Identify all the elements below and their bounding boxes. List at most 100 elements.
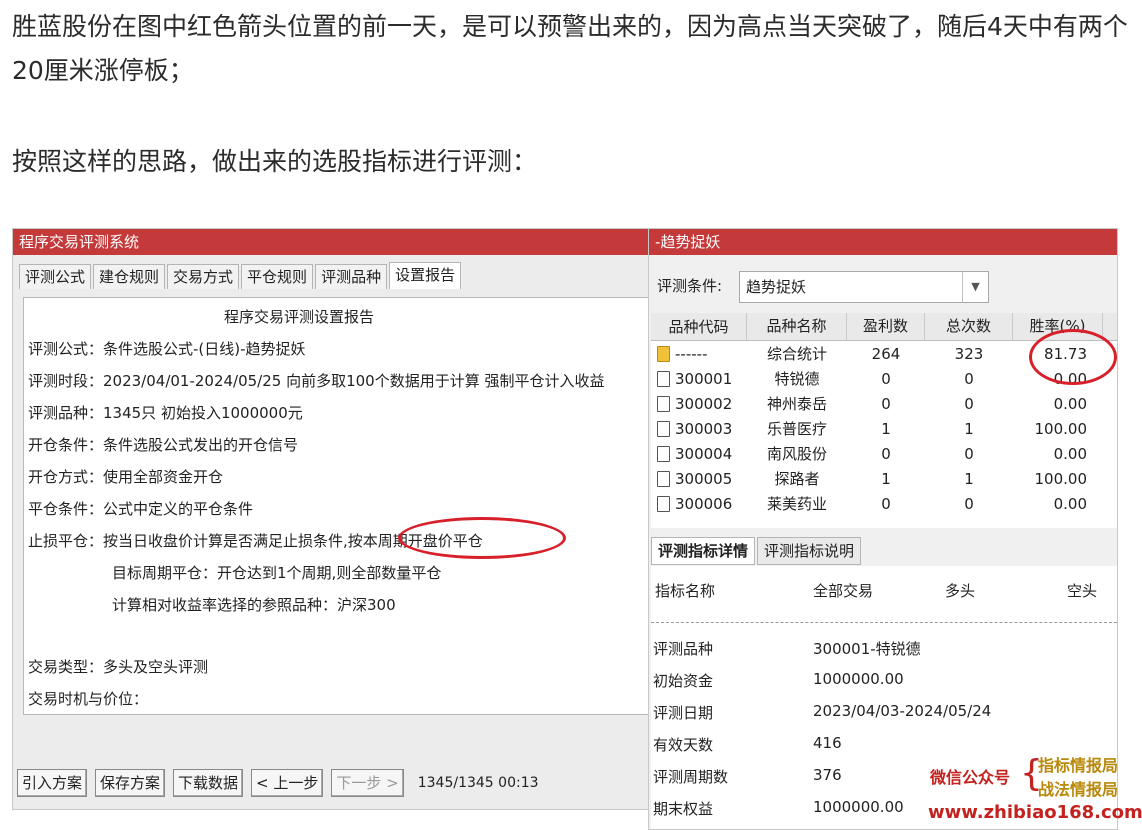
report-line: 目标周期平仓：开仓达到1个周期,则全部数量平仓 [112, 564, 442, 582]
document-icon [657, 420, 670, 437]
stock-name: 特锐德 [774, 370, 820, 388]
watermark-url: www.zhibiao168.com [928, 802, 1142, 823]
stock-name: 神州泰岳 [766, 395, 827, 413]
progress-status: 1345/1345 00:13 [417, 775, 539, 791]
detail-label: 有效天数 [653, 736, 714, 754]
report-line: 评测品种：1345只 初始投入1000000元 [28, 404, 303, 422]
stock-code: 300002 [675, 394, 733, 413]
report-line: 开仓方式：使用全部资金开仓 [28, 468, 224, 486]
total-count: 323 [954, 344, 984, 363]
window-title: 程序交易评测系统 [13, 229, 651, 255]
detail-label: 评测品种 [653, 640, 714, 658]
tab-instruments[interactable]: 评测品种 [315, 264, 388, 289]
tab-indicator-notes[interactable]: 评测指标说明 [757, 537, 862, 565]
win-rate: 0.00 [1053, 444, 1087, 463]
stock-code: 300003 [675, 419, 733, 438]
report-line: 评测时段：2023/04/01-2024/05/25 向前多取100个数据用于计… [28, 372, 605, 390]
settings-report-panel: 程序交易评测设置报告 评测公式：条件选股公式-(日线)-趋势捉妖 评测时段：20… [23, 297, 653, 715]
detail-label: 评测周期数 [653, 768, 729, 786]
settings-tabs: 评测公式 建仓规则 交易方式 平仓规则 评测品种 设置报告 [19, 262, 463, 289]
report-line: 交易类型：多头及空头评测 [28, 658, 209, 676]
detail-value: 1000000.00 [813, 798, 904, 816]
report-line: 计算相对收益率选择的参照品种：沪深300 [112, 596, 396, 614]
document-icon [657, 445, 670, 462]
stock-name: 乐普医疗 [766, 420, 827, 438]
chevron-down-icon[interactable]: ▼ [962, 272, 988, 302]
profit-count: 1 [881, 419, 891, 438]
code-cell: 300006 [651, 495, 747, 513]
divider [651, 622, 1117, 623]
detail-header: 全部交易 [813, 582, 874, 600]
condition-value: 趋势捉妖 [746, 278, 807, 296]
detail-value: 1000000.00 [813, 670, 904, 688]
code-cell: 300002 [651, 395, 747, 413]
document-icon [657, 395, 670, 412]
watermark-line-2: 战法情报局 [1038, 780, 1119, 799]
detail-value: 2023/04/03-2024/05/24 [813, 702, 992, 720]
stock-name: 莱美药业 [766, 495, 827, 513]
tab-settings-report[interactable]: 设置报告 [389, 262, 462, 289]
report-line: 平仓条件：公式中定义的平仓条件 [28, 500, 254, 518]
next-step-button[interactable]: 下一步 > [331, 769, 404, 797]
results-title: -趋势捉妖 [649, 229, 1117, 255]
report-line: 开仓条件：条件选股公式发出的开仓信号 [28, 436, 299, 454]
stock-code: ------ [675, 344, 708, 363]
detail-label: 初始资金 [653, 672, 714, 690]
condition-select[interactable]: 趋势捉妖 ▼ [739, 271, 989, 303]
table-row[interactable]: 300005 探路者 1 1 100.00 [651, 466, 1117, 491]
column-header[interactable]: 总次数 [925, 313, 1013, 340]
detail-label: 期末权益 [653, 800, 714, 818]
win-rate: 100.00 [1034, 469, 1088, 488]
red-highlight-oval [1029, 329, 1117, 385]
article-paragraph-1: 胜蓝股份在图中红色箭头位置的前一天，是可以预警出来的，因为高点当天突破了，随后4… [12, 12, 1128, 85]
tab-trade-mode[interactable]: 交易方式 [167, 264, 240, 289]
save-plan-button[interactable]: 保存方案 [95, 769, 166, 797]
report-line: 评测公式：条件选股公式-(日线)-趋势捉妖 [28, 340, 306, 358]
win-rate: 0.00 [1053, 494, 1087, 513]
import-plan-button[interactable]: 引入方案 [17, 769, 88, 797]
table-row[interactable]: 300002 神州泰岳 0 0 0.00 [651, 391, 1117, 416]
prev-step-button[interactable]: < 上一步 [251, 769, 324, 797]
stock-name: 南风股份 [766, 445, 827, 463]
profit-count: 0 [881, 494, 891, 513]
tab-close-rules[interactable]: 平仓规则 [241, 264, 314, 289]
detail-value: 300001-特锐德 [813, 640, 921, 658]
document-icon [657, 470, 670, 487]
table-row[interactable]: 300006 莱美药业 0 0 0.00 [651, 491, 1117, 516]
code-cell: 300005 [651, 470, 747, 488]
document-icon [657, 495, 670, 512]
red-highlight-oval [398, 517, 566, 559]
total-count: 0 [964, 444, 974, 463]
watermark-line-1: 指标情报局 [1038, 756, 1119, 775]
detail-header: 多头 [945, 582, 976, 600]
wechat-label: 微信公众号 [930, 768, 1011, 787]
tab-indicator-details[interactable]: 评测指标详情 [651, 537, 756, 565]
total-count: 0 [964, 369, 974, 388]
column-header[interactable]: 品种名称 [747, 313, 847, 340]
profit-count: 0 [881, 444, 891, 463]
bottom-toolbar: 引入方案 保存方案 下载数据 < 上一步 下一步 > 1345/1345 00:… [17, 769, 539, 797]
tab-open-rules[interactable]: 建仓规则 [93, 264, 166, 289]
win-rate: 100.00 [1034, 419, 1088, 438]
column-header[interactable]: 盈利数 [847, 313, 925, 340]
document-icon [657, 370, 670, 387]
code-cell: 300004 [651, 445, 747, 463]
detail-header: 空头 [1067, 582, 1098, 600]
detail-tabs: 评测指标详情 评测指标说明 [651, 537, 863, 565]
report-title: 程序交易评测设置报告 [223, 308, 374, 326]
stock-code: 300004 [675, 444, 733, 463]
download-data-button[interactable]: 下载数据 [173, 769, 244, 797]
stock-name: 探路者 [774, 470, 820, 488]
code-cell: 300003 [651, 420, 747, 438]
detail-header: 指标名称 [655, 582, 716, 600]
table-row[interactable]: 300004 南风股份 0 0 0.00 [651, 441, 1117, 466]
detail-value: 416 [813, 734, 842, 752]
stock-code: 300001 [675, 369, 733, 388]
tab-formula[interactable]: 评测公式 [19, 264, 92, 289]
code-cell: 300001 [651, 370, 747, 388]
table-row[interactable]: 300003 乐普医疗 1 1 100.00 [651, 416, 1117, 441]
code-cell: ------ [651, 345, 747, 363]
results-window: -趋势捉妖 评测条件: 趋势捉妖 ▼ 品种代码 品种名称 盈利数 总次数 胜率(… [648, 228, 1118, 830]
stock-name: 综合统计 [766, 345, 827, 363]
column-header[interactable]: 品种代码 [651, 313, 747, 340]
